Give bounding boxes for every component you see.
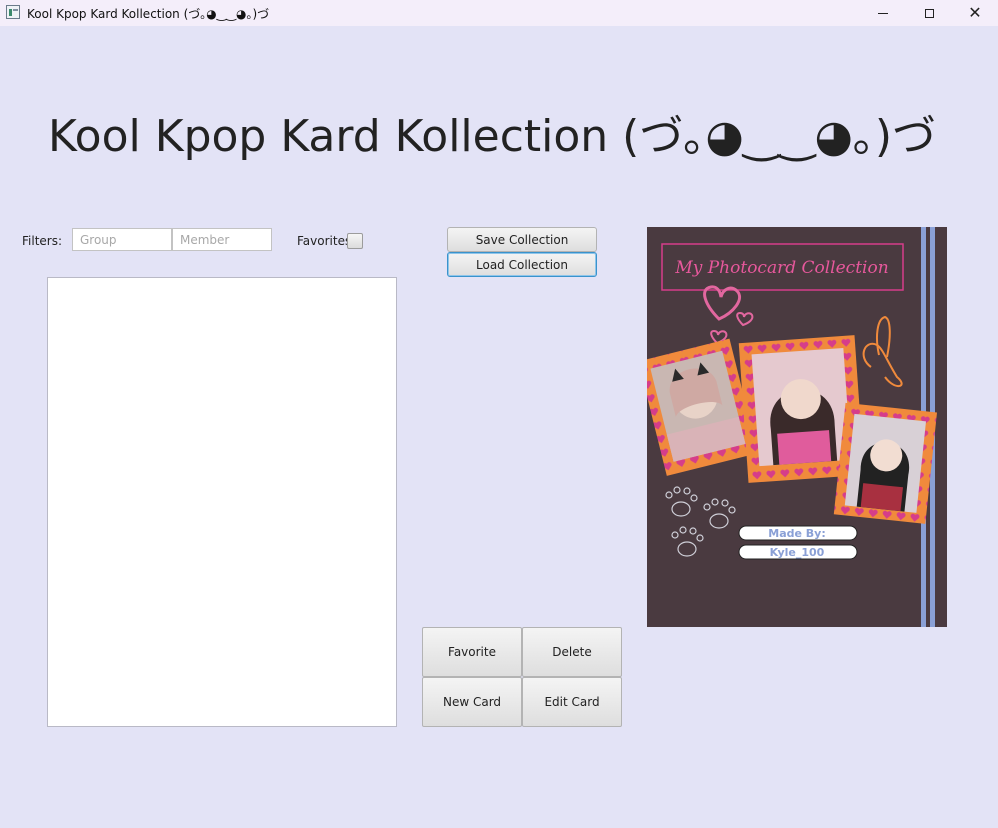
new-card-button[interactable]: New Card bbox=[422, 677, 522, 727]
favorites-label: Favorites bbox=[297, 234, 352, 248]
load-collection-button[interactable]: Load Collection bbox=[447, 252, 597, 277]
close-icon: ✕ bbox=[968, 3, 982, 22]
maximize-icon bbox=[924, 8, 934, 18]
cover-title: My Photocard Collection bbox=[674, 258, 888, 278]
member-filter-input[interactable] bbox=[172, 228, 272, 251]
cover-made-by-label: Made By: bbox=[768, 527, 826, 540]
cover-author: Kyle_100 bbox=[770, 546, 825, 559]
filters-label: Filters: bbox=[22, 234, 63, 248]
app-icon bbox=[6, 5, 20, 19]
favorites-checkbox[interactable] bbox=[347, 233, 363, 249]
maximize-button[interactable] bbox=[906, 0, 952, 26]
minimize-button[interactable] bbox=[860, 0, 906, 26]
group-filter-input[interactable] bbox=[72, 228, 172, 251]
app-heading: Kool Kpop Kard Kollection (づ｡◕‿‿◕｡)づ bbox=[48, 111, 937, 162]
save-collection-button[interactable]: Save Collection bbox=[447, 227, 597, 252]
close-button[interactable]: ✕ bbox=[952, 0, 998, 26]
collection-cover-image: My Photocard Collection Made By: Kyle_10… bbox=[647, 227, 947, 627]
minimize-icon bbox=[878, 12, 888, 14]
window-titlebar: Kool Kpop Kard Kollection (づ｡◕‿‿◕｡)づ ✕ bbox=[0, 0, 998, 26]
favorite-button[interactable]: Favorite bbox=[422, 627, 522, 677]
card-list[interactable] bbox=[47, 277, 397, 727]
edit-card-button[interactable]: Edit Card bbox=[522, 677, 622, 727]
window-title: Kool Kpop Kard Kollection (づ｡◕‿‿◕｡)づ bbox=[27, 7, 270, 21]
delete-button[interactable]: Delete bbox=[522, 627, 622, 677]
